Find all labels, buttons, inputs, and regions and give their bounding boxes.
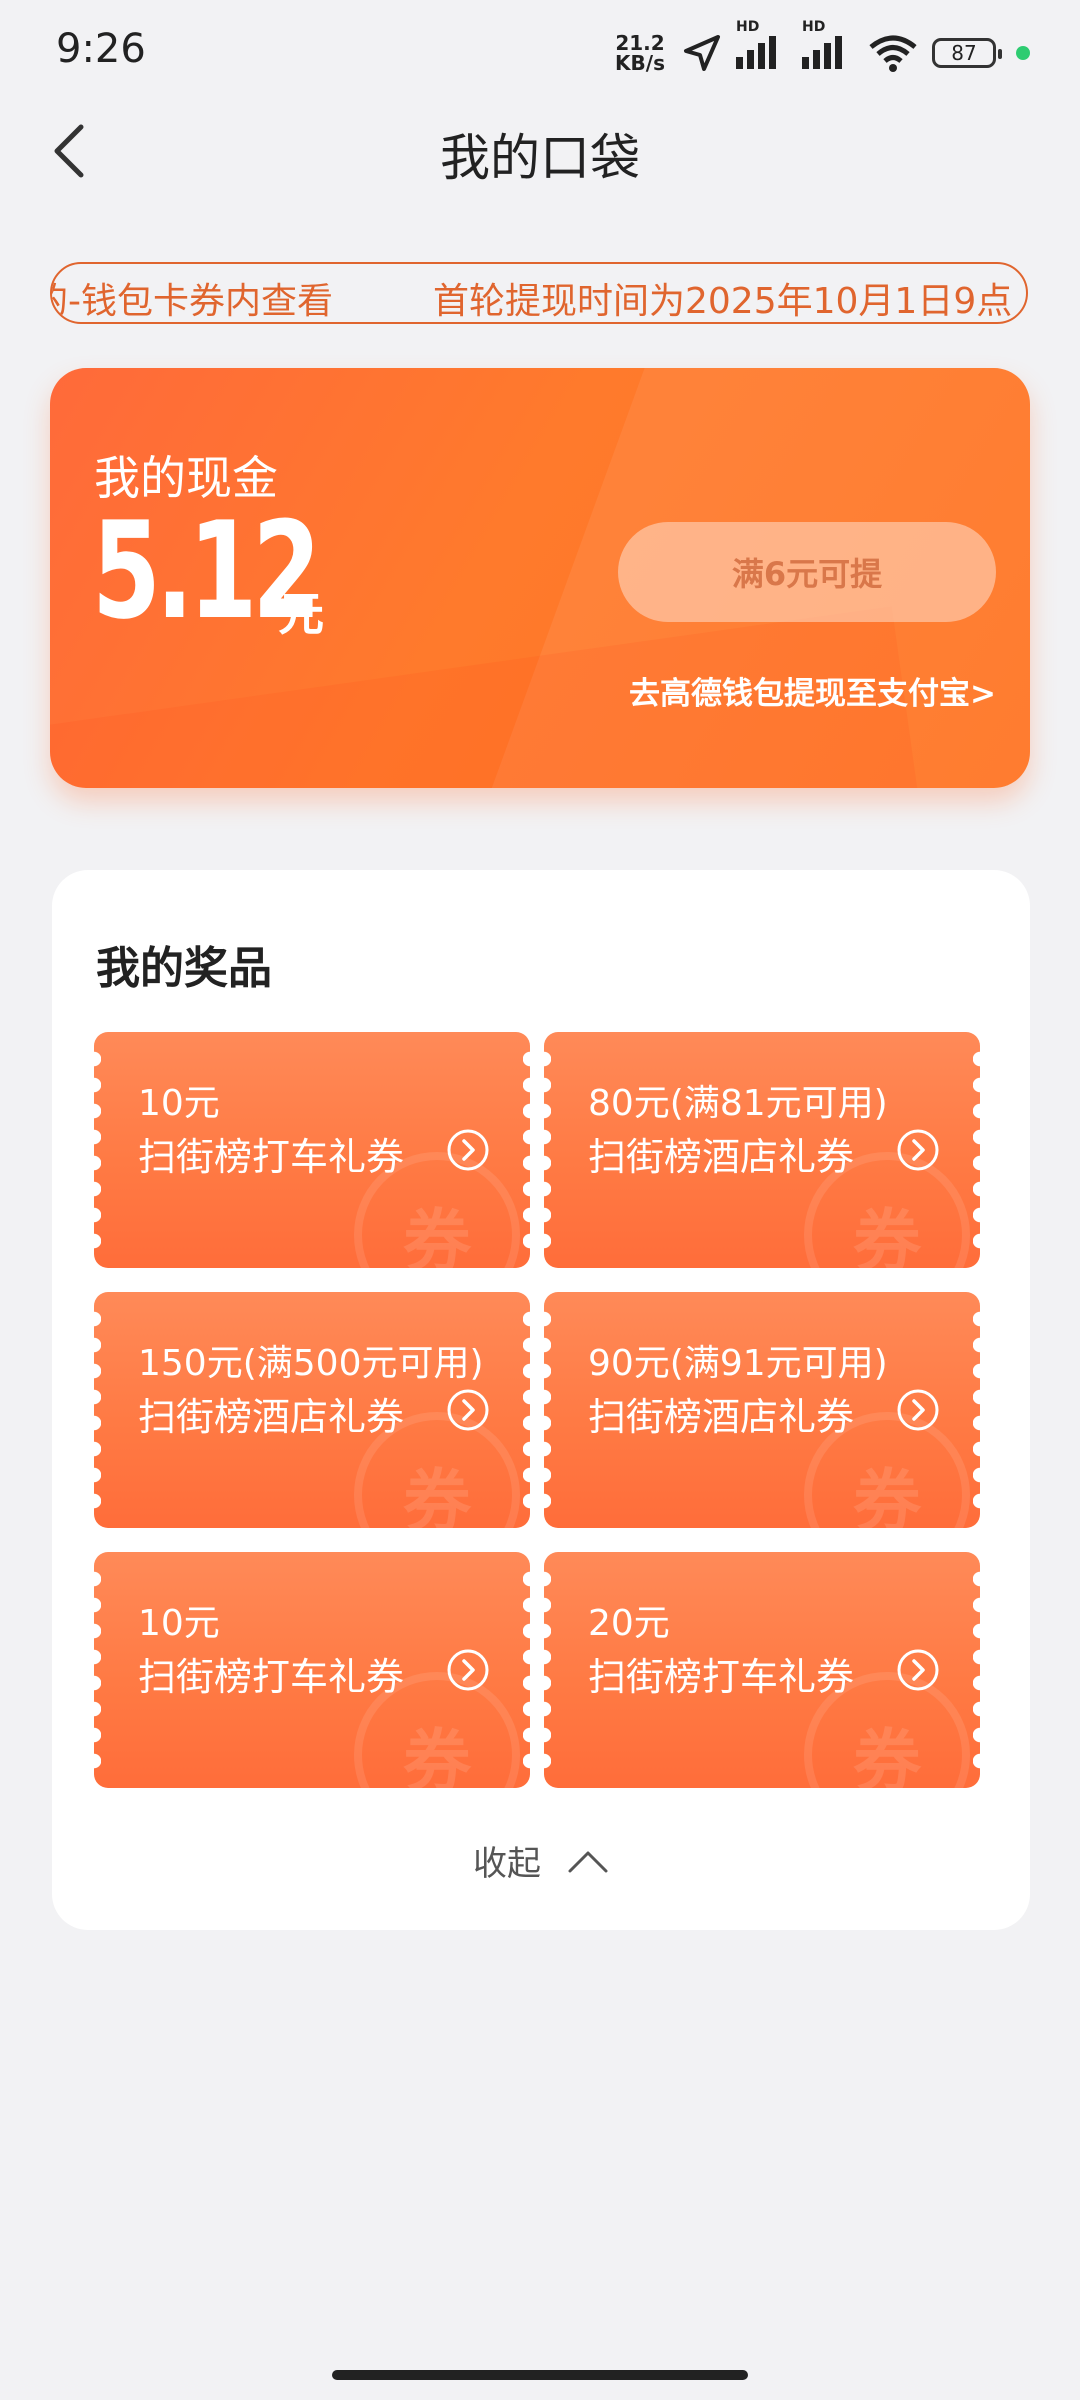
coupon-name: 扫街榜酒店礼券	[588, 1135, 855, 1179]
coupon-notch	[523, 1566, 530, 1774]
coupon-notch	[973, 1566, 980, 1774]
signal-icon	[736, 36, 776, 69]
home-indicator[interactable]	[332, 2370, 748, 2380]
coupon-name: 扫街榜打车礼券	[138, 1135, 405, 1179]
coupon-notch	[973, 1046, 980, 1254]
coupon-card[interactable]: 券 80元(满81元可用) 扫街榜酒店礼券	[544, 1032, 980, 1268]
chevron-right-circle-icon[interactable]	[896, 1128, 940, 1172]
coupon-card[interactable]: 券 150元(满500元可用) 扫街榜酒店礼券	[94, 1292, 530, 1528]
alipay-withdraw-link[interactable]: 去高德钱包提现至支付宝>	[629, 668, 996, 713]
location-icon	[684, 35, 720, 71]
coupon-name: 扫街榜打车礼券	[138, 1655, 405, 1699]
coupon-value: 10元	[138, 1603, 220, 1644]
cash-unit: 元	[278, 587, 324, 641]
chevron-right-circle-icon[interactable]	[446, 1128, 490, 1172]
coupon-name: 扫街榜打车礼券	[588, 1655, 855, 1699]
coupon-value: 150元(满500元可用)	[138, 1343, 484, 1384]
coupon-card[interactable]: 券 10元 扫街榜打车礼券	[94, 1552, 530, 1788]
coupon-card[interactable]: 券 90元(满91元可用) 扫街榜酒店礼券	[544, 1292, 980, 1528]
coupon-notch	[94, 1306, 101, 1514]
ticker-text-1: 的-钱包卡券内查看	[50, 281, 333, 322]
ticker-track: 的-钱包卡券内查看 首轮提现时间为2025年10月1日9点	[50, 272, 1026, 322]
coupon-name: 扫街榜酒店礼券	[138, 1395, 405, 1439]
coupon-notch	[973, 1306, 980, 1514]
coupon-value: 80元(满81元可用)	[588, 1083, 888, 1124]
coupon-notch	[94, 1046, 101, 1254]
signal-icon	[802, 36, 842, 69]
coupon-value: 20元	[588, 1603, 670, 1644]
status-icons: 21.2 KB/s HD HD 87	[612, 19, 1030, 78]
coupon-value: 90元(满91元可用)	[588, 1343, 888, 1384]
status-time: 9:26	[56, 26, 146, 72]
coupon-notch	[523, 1306, 530, 1514]
chevron-right-circle-icon[interactable]	[446, 1648, 490, 1692]
prizes-card: 我的奖品 券 10元 扫街榜打车礼券 券 80元(满81元可用) 扫街榜酒店礼券…	[52, 870, 1030, 1930]
coupon-notch	[94, 1566, 101, 1774]
coupon-notch	[523, 1046, 530, 1254]
chevron-right-circle-icon[interactable]	[896, 1648, 940, 1692]
signal-label-1: HD	[736, 19, 760, 35]
wifi-icon	[869, 35, 917, 72]
withdraw-button[interactable]: 满6元可提	[618, 522, 996, 622]
signal-label-2: HD	[802, 19, 826, 35]
header: 我的口袋	[0, 100, 1080, 200]
net-speed-value: 21.2	[615, 31, 665, 55]
coupon-notch	[544, 1046, 551, 1254]
collapse-label: 收起	[473, 1844, 541, 1884]
chevron-right-circle-icon[interactable]	[446, 1388, 490, 1432]
coupon-value: 10元	[138, 1083, 220, 1124]
signal-1: HD	[736, 19, 788, 73]
notice-ticker: 的-钱包卡券内查看 首轮提现时间为2025年10月1日9点	[50, 262, 1028, 324]
page-title: 我的口袋	[440, 129, 640, 187]
signal-2: HD	[802, 19, 854, 73]
net-speed-unit: KB/s	[615, 51, 665, 75]
coupon-card[interactable]: 券 20元 扫街榜打车礼券	[544, 1552, 980, 1788]
battery-icon: 87	[932, 38, 1002, 68]
ticker-text-2: 首轮提现时间为2025年10月1日9点	[433, 281, 1013, 322]
cash-card: 我的现金 5.12 元 满6元可提 去高德钱包提现至支付宝>	[50, 368, 1030, 788]
prizes-title: 我的奖品	[96, 943, 272, 994]
status-bar: 9:26 21.2 KB/s HD HD 87	[0, 0, 1080, 100]
privacy-dot-icon	[1016, 46, 1030, 60]
coupon-notch	[544, 1566, 551, 1774]
chevron-up-icon	[568, 1851, 608, 1872]
my-pocket-page: 9:26 21.2 KB/s HD HD 87 我的口袋 的-钱包卡券内查看 首…	[0, 0, 1080, 2400]
collapse-button[interactable]: 收起	[52, 1836, 1030, 1885]
net-speed: 21.2 KB/s	[612, 33, 668, 73]
chevron-right-circle-icon[interactable]	[896, 1388, 940, 1432]
coupon-notch	[544, 1306, 551, 1514]
coupon-card[interactable]: 券 10元 扫街榜打车礼券	[94, 1032, 530, 1268]
coupon-name: 扫街榜酒店礼券	[588, 1395, 855, 1439]
